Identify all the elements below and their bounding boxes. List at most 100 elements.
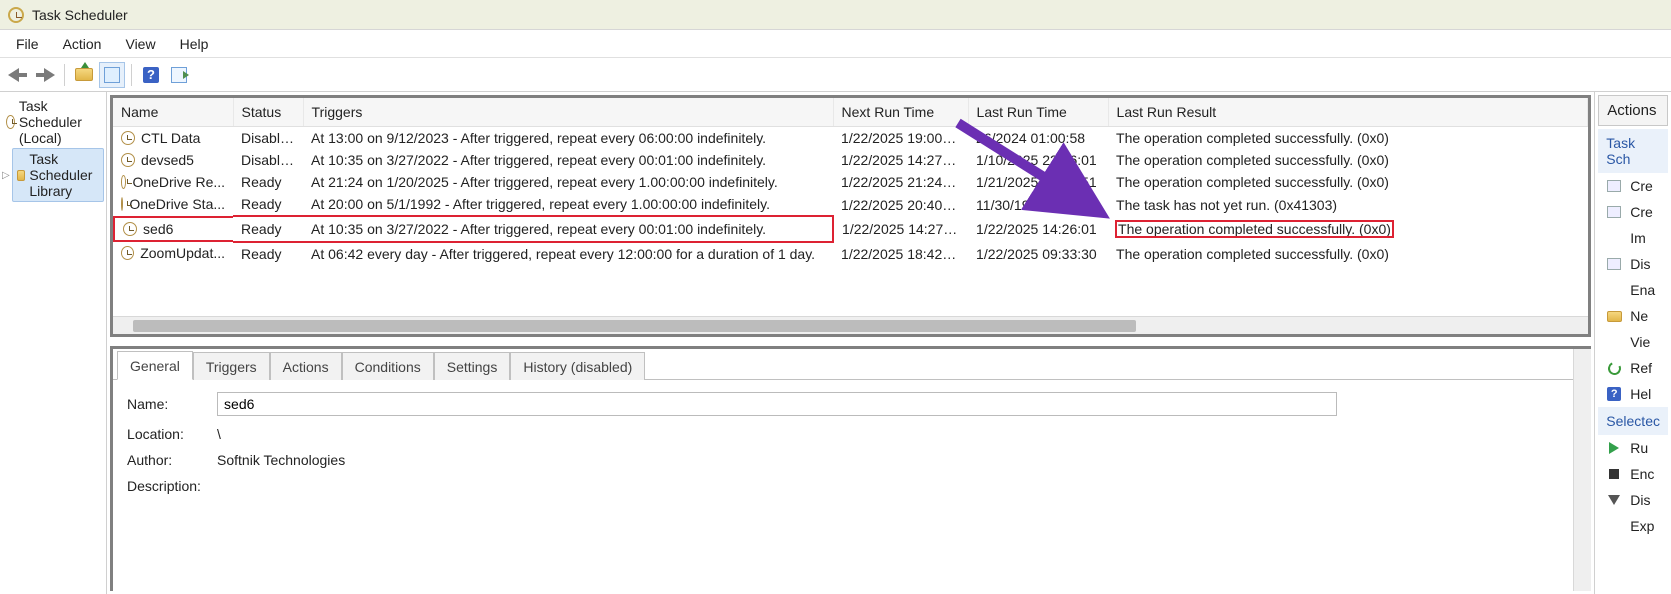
tab-conditions[interactable]: Conditions: [342, 352, 434, 380]
stop-icon: [1609, 469, 1619, 479]
refresh-icon: [1606, 360, 1623, 377]
table-row[interactable]: OneDrive Re...ReadyAt 21:24 on 1/20/2025…: [113, 171, 1588, 193]
actions-pane: Actions Task Sch Cre Cre Im Dis Ena Ne V…: [1595, 92, 1671, 594]
col-name[interactable]: Name: [113, 98, 233, 127]
clock-icon: [123, 222, 137, 236]
task-list-frame: Name Status Triggers Next Run Time Last …: [110, 95, 1591, 337]
table-row[interactable]: OneDrive Sta...ReadyAt 20:00 on 5/1/1992…: [113, 193, 1588, 216]
folder-icon: [1607, 311, 1622, 322]
table-row[interactable]: ZoomUpdat...ReadyAt 06:42 every day - Af…: [113, 242, 1588, 265]
task-name: OneDrive Re...: [132, 174, 225, 190]
chevron-down-icon[interactable]: ▷: [2, 170, 12, 181]
clock-icon: [121, 246, 134, 260]
list-icon: [1607, 258, 1621, 270]
name-label: Name:: [127, 396, 217, 412]
window-title: Task Scheduler: [32, 7, 128, 23]
table-row[interactable]: CTL DataDisabledAt 13:00 on 9/12/2023 - …: [113, 127, 1588, 150]
toolbar: ?: [0, 58, 1671, 92]
actions-header: Actions: [1598, 95, 1668, 126]
table-row[interactable]: sed6ReadyAt 10:35 on 3/27/2022 - After t…: [113, 216, 1588, 242]
grid-header[interactable]: Name Status Triggers Next Run Time Last …: [113, 98, 1588, 127]
details-tabs: General Triggers Actions Conditions Sett…: [113, 349, 1573, 379]
action-create[interactable]: Cre: [1598, 199, 1668, 225]
task-name: sed6: [143, 221, 173, 237]
arrow-down-icon: [1608, 495, 1620, 505]
export-icon: [1606, 518, 1622, 534]
highlight-result: The operation completed successfully. (0…: [1116, 221, 1393, 237]
help-icon: ?: [143, 67, 159, 83]
properties-button[interactable]: [99, 62, 125, 88]
tab-settings[interactable]: Settings: [434, 352, 511, 380]
author-value: Softnik Technologies: [217, 452, 345, 468]
separator: [64, 64, 65, 86]
col-triggers[interactable]: Triggers: [303, 98, 833, 127]
menu-view[interactable]: View: [113, 32, 167, 56]
location-value: \: [217, 426, 221, 442]
folder-icon: [17, 170, 25, 181]
menu-help[interactable]: Help: [168, 32, 221, 56]
action-enable-history[interactable]: Ena: [1598, 277, 1668, 303]
action-display-running[interactable]: Dis: [1598, 251, 1668, 277]
task-name: ZoomUpdat...: [140, 245, 225, 261]
action-import[interactable]: Im: [1598, 225, 1668, 251]
view-icon: [1606, 334, 1622, 350]
task-icon: [1607, 180, 1621, 192]
table-row[interactable]: devsed5DisabledAt 10:35 on 3/27/2022 - A…: [113, 149, 1588, 171]
main-pane: Name Status Triggers Next Run Time Last …: [107, 92, 1595, 594]
tree-library-label: Task Scheduler Library: [29, 151, 99, 199]
actions-section-library: Task Sch: [1598, 129, 1668, 173]
clock-icon: [8, 7, 24, 23]
col-last[interactable]: Last Run Time: [968, 98, 1108, 127]
tree-root-label: Task Scheduler (Local): [19, 98, 100, 146]
name-field[interactable]: [217, 392, 1337, 416]
titlebar: Task Scheduler: [0, 0, 1671, 30]
play-icon: [1609, 442, 1619, 454]
workspace: Task Scheduler (Local) ▷ Task Scheduler …: [0, 92, 1671, 594]
col-next[interactable]: Next Run Time: [833, 98, 968, 127]
tree-root[interactable]: Task Scheduler (Local): [2, 96, 104, 148]
tab-actions[interactable]: Actions: [270, 352, 342, 380]
arrow-left-icon: [8, 68, 19, 82]
task-icon: [1607, 206, 1621, 218]
action-new-folder[interactable]: Ne: [1598, 303, 1668, 329]
tree-library[interactable]: Task Scheduler Library: [12, 148, 104, 202]
description-label: Description:: [127, 478, 217, 494]
action-create-basic[interactable]: Cre: [1598, 173, 1668, 199]
tab-triggers[interactable]: Triggers: [193, 352, 270, 380]
col-result[interactable]: Last Run Result: [1108, 98, 1588, 127]
action-refresh[interactable]: Ref: [1598, 355, 1668, 381]
action-disable[interactable]: Dis: [1598, 487, 1668, 513]
up-folder-button[interactable]: [71, 62, 97, 88]
help-button[interactable]: ?: [138, 62, 164, 88]
folder-up-icon: [75, 68, 93, 81]
task-name: devsed5: [141, 152, 194, 168]
action-end[interactable]: Enc: [1598, 461, 1668, 487]
clock-icon: [6, 115, 15, 129]
forward-button[interactable]: [32, 62, 58, 88]
task-name: CTL Data: [141, 130, 200, 146]
horizontal-scrollbar[interactable]: [113, 316, 1588, 334]
clock-icon: [121, 175, 126, 189]
menu-action[interactable]: Action: [51, 32, 114, 56]
action-export[interactable]: Exp: [1598, 513, 1668, 539]
action-run[interactable]: Ru: [1598, 435, 1668, 461]
back-button[interactable]: [4, 62, 30, 88]
separator: [131, 64, 132, 86]
clock-icon: [121, 131, 135, 145]
import-icon: [1606, 230, 1622, 246]
export-button[interactable]: [166, 62, 192, 88]
action-help[interactable]: ?Hel: [1598, 381, 1668, 407]
task-grid[interactable]: Name Status Triggers Next Run Time Last …: [113, 98, 1588, 316]
vertical-scrollbar[interactable]: [1573, 349, 1591, 591]
action-view[interactable]: Vie: [1598, 329, 1668, 355]
actions-section-selected: Selectec: [1598, 407, 1668, 435]
clock-icon: [121, 197, 123, 211]
scrollbar-thumb[interactable]: [133, 320, 1136, 332]
menu-file[interactable]: File: [4, 32, 51, 56]
col-status[interactable]: Status: [233, 98, 303, 127]
tab-general[interactable]: General: [117, 351, 193, 380]
tab-history[interactable]: History (disabled): [510, 352, 645, 380]
menubar: File Action View Help: [0, 30, 1671, 58]
export-icon: [171, 67, 187, 83]
author-label: Author:: [127, 452, 217, 468]
